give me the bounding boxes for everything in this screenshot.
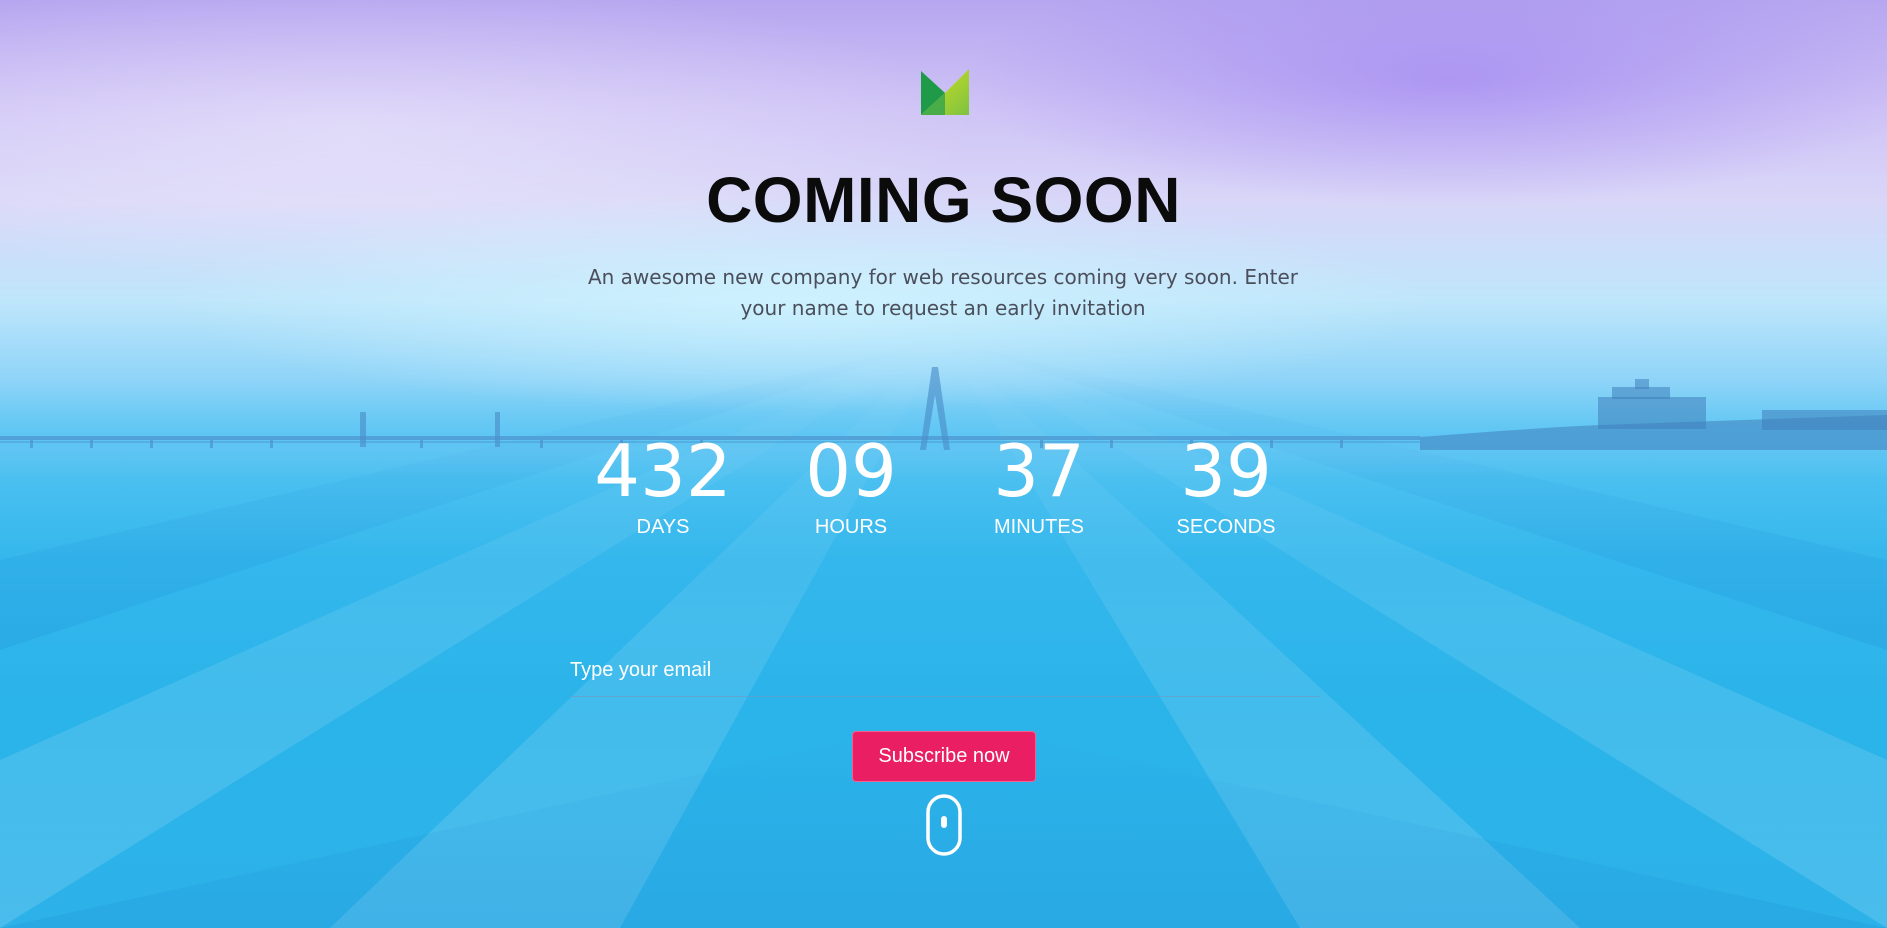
countdown-hours-label: HOURS [814,516,888,538]
countdown-days: 432 DAYS [583,428,743,538]
countdown-hours: 09 HOURS [771,428,931,538]
countdown-minutes: 37 MINUTES [959,428,1119,538]
email-field[interactable] [570,648,1320,692]
countdown-days-value: 432 [594,429,732,513]
subscribe-button[interactable]: Subscribe now [852,731,1036,782]
m-logo-icon [921,69,969,115]
countdown-seconds-value: 39 [1180,429,1272,513]
email-field-wrapper [570,648,1320,697]
countdown-seconds: 39 SECONDS [1146,428,1306,538]
mouse-scroll-icon[interactable] [926,794,962,856]
page-title: COMING SOON [706,164,1181,236]
page-subtitle: An awesome new company for web resources… [587,265,1299,320]
countdown-minutes-value: 37 [993,429,1085,513]
countdown-days-label: DAYS [636,516,690,538]
countdown-minutes-label: MINUTES [994,516,1084,538]
countdown-seconds-label: SECONDS [1176,516,1276,538]
countdown-hours-value: 09 [805,429,897,513]
countdown-timer: 432 DAYS 09 HOURS 37 MINUTES 39 SECONDS [0,428,1887,548]
